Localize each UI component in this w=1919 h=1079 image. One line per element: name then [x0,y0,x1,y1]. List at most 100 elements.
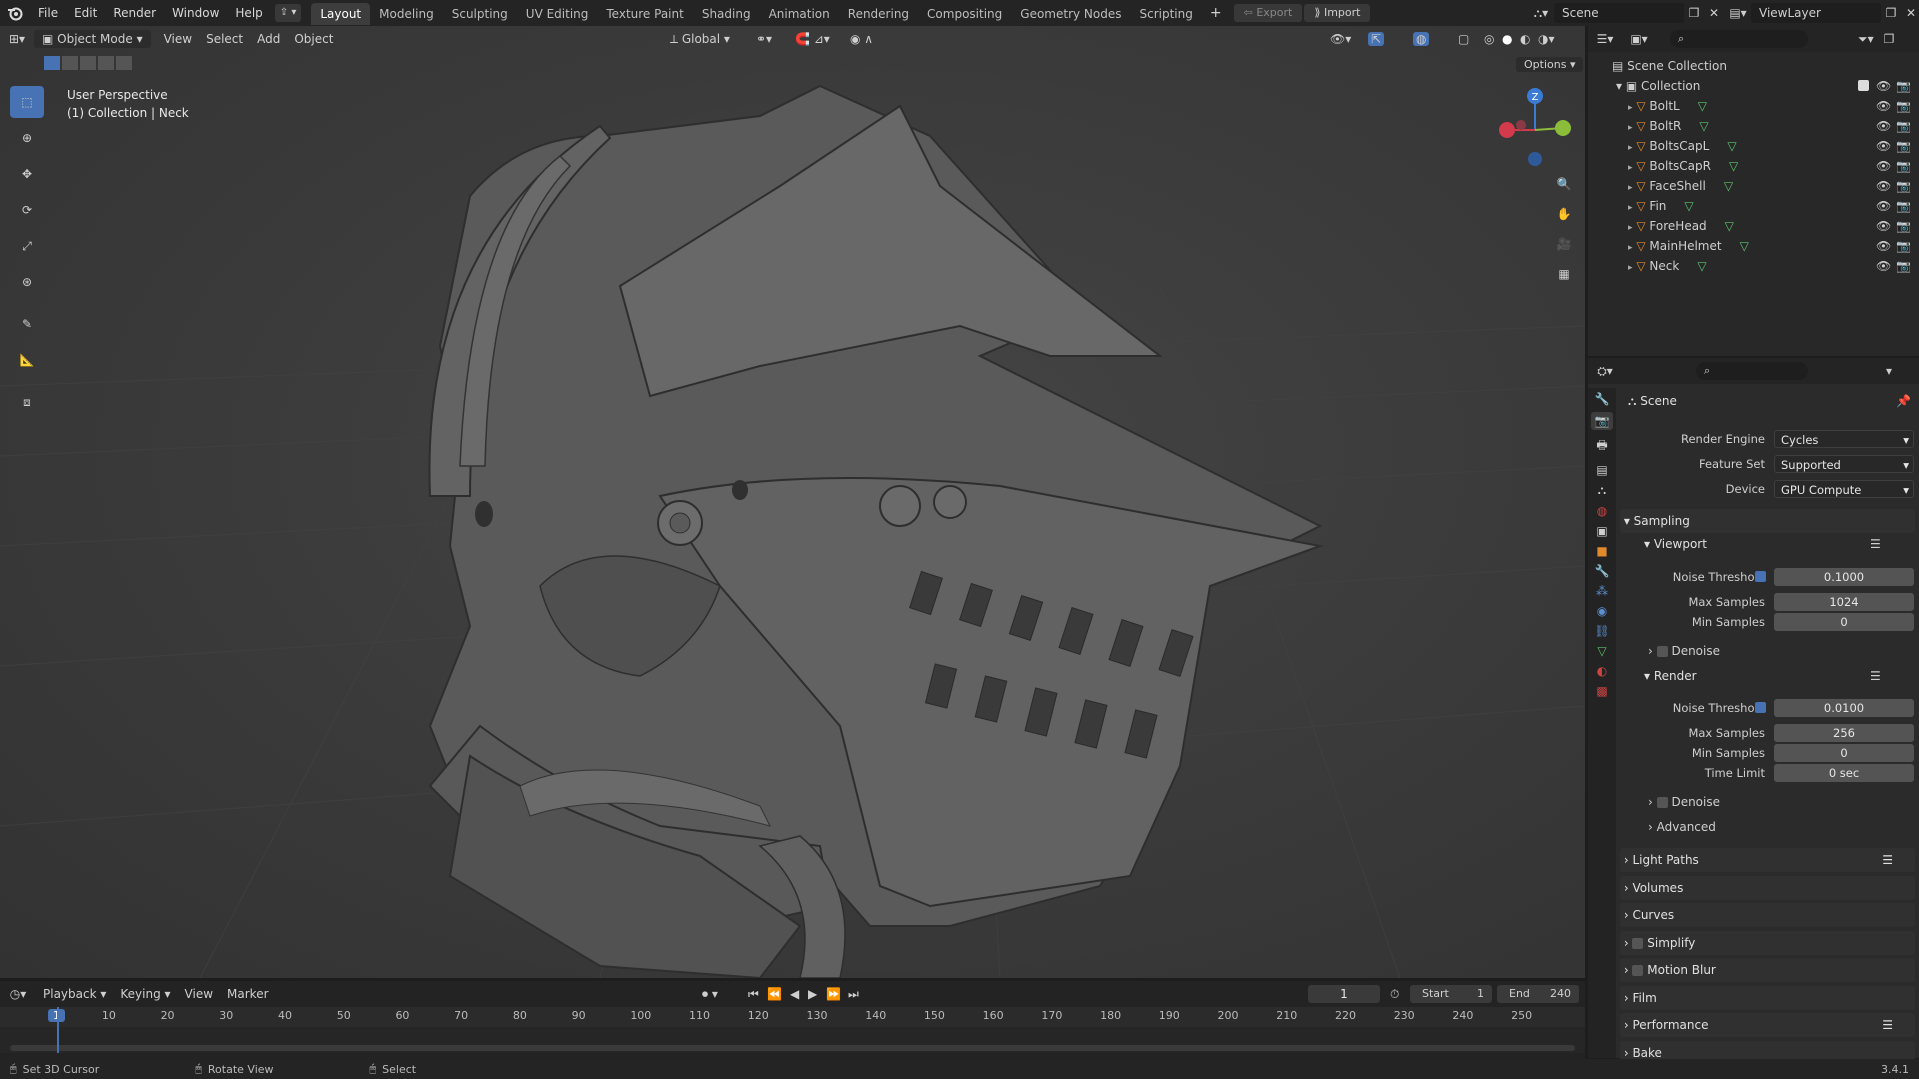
select-new-icon[interactable] [44,56,60,70]
scene-name-field[interactable]: Scene [1554,3,1684,23]
scale-tool[interactable]: ⤢ [10,230,44,262]
jump-next-key-icon[interactable]: ⏩ [826,987,841,1001]
tab-modeling[interactable]: Modeling [370,3,443,25]
tab-texture-paint[interactable]: Texture Paint [597,3,692,25]
vp-max-samples-field[interactable]: 1024 [1774,593,1914,611]
texture-tab-icon[interactable]: ▩ [1596,684,1607,698]
view-layer-icon[interactable]: ▤▾ [1725,6,1751,20]
expand-arrow-icon[interactable]: ▸ [1628,183,1633,193]
editor-type-icon[interactable]: ⊞▾ [0,32,34,46]
timeline-scrollbar[interactable] [10,1045,1575,1051]
3d-viewport[interactable] [0,26,1585,978]
menu-timeline-view[interactable]: View [178,987,220,1001]
select-box-tool[interactable]: ⬚ [10,86,44,118]
tool-tab-icon[interactable]: 🔧 [1595,392,1610,406]
modifier-tab-icon[interactable]: 🔧 [1595,564,1610,578]
zoom-icon[interactable]: 🔍 [1550,170,1578,198]
wireframe-shading-icon[interactable]: ◎ [1484,32,1494,46]
physics-tab-icon[interactable]: ◉ [1597,604,1607,618]
play-icon[interactable]: ▶ [808,987,817,1001]
render-camera-icon[interactable]: 📷 [1896,156,1911,176]
tab-shading[interactable]: Shading [693,3,760,25]
particles-tab-icon[interactable]: ⁂ [1596,584,1608,598]
panel-header-curves[interactable]: › Curves [1620,903,1915,927]
menu-keying[interactable]: Keying ▾ [113,987,177,1001]
panel-enable-checkbox[interactable] [1632,965,1644,976]
mesh-data-icon[interactable]: ▽ [1727,139,1736,153]
expand-arrow-icon[interactable]: ▸ [1628,203,1633,213]
expand-arrow-icon[interactable]: ▸ [1628,143,1633,153]
constraints-tab-icon[interactable]: ⛓ [1594,624,1609,638]
presets-icon[interactable]: ☰ [1882,848,1893,872]
record-keyframe-icon[interactable]: ⏺ ▾ [702,987,718,1002]
menu-window[interactable]: Window [164,0,227,26]
menu-render[interactable]: Render [105,0,164,26]
eye-icon[interactable]: 👁 [1876,216,1891,236]
transform-orientation-dropdown[interactable]: ⟂ Global ▾ [670,32,730,47]
measure-tool[interactable]: 📐 [10,344,44,376]
remove-view-layer-icon[interactable]: ✕ [1901,6,1919,20]
r-time-limit-field[interactable]: 0 sec [1774,764,1914,782]
viewport-subpanel-header[interactable]: ▾ Viewport [1644,537,1707,551]
outliner-object-row[interactable]: ▸ ▽ ForeHead ▽ 👁 📷 [1588,216,1919,236]
r-denoise-row[interactable]: › Denoise [1648,795,1720,809]
view-layer-tab-icon[interactable]: ▤ [1596,463,1607,477]
outliner-object-row[interactable]: ▸ ▽ BoltsCapL ▽ 👁 📷 [1588,136,1919,156]
panel-header-simplify[interactable]: › Simplify [1620,930,1915,955]
panel-header-light-paths[interactable]: › Light Paths ☰ [1620,848,1915,872]
eye-icon[interactable]: 👁 [1876,76,1891,96]
outliner-search-field[interactable]: ⌕ [1670,30,1808,48]
solid-shading-icon[interactable]: ● [1502,32,1512,46]
eye-icon[interactable]: 👁 [1876,256,1891,276]
pin-icon[interactable]: 📌 [1896,394,1911,408]
add-workspace-icon[interactable]: + [1202,5,1230,21]
import-button[interactable]: ⟫ Import [1304,4,1371,22]
rotate-tool[interactable]: ⟳ [10,194,44,226]
render-camera-icon[interactable]: 📷 [1896,76,1911,96]
expand-arrow-icon[interactable]: ▸ [1628,263,1633,273]
new-view-layer-icon[interactable]: ❐ [1881,6,1901,20]
viewport-presets-icon[interactable]: ☰ [1870,537,1881,551]
eye-icon[interactable]: 👁 [1876,116,1891,136]
proportional-edit-icon[interactable]: ◉ ∧ [850,32,873,46]
r-min-samples-field[interactable]: 0 [1774,744,1914,762]
annotate-tool[interactable]: ✎ [10,308,44,340]
expand-arrow-icon[interactable]: ▸ [1628,103,1633,113]
mesh-data-icon[interactable]: ▽ [1724,179,1733,193]
world-tab-icon[interactable]: ◍ [1597,504,1607,518]
vp-noise-field[interactable]: 0.1000 [1774,568,1914,586]
tab-uv-editing[interactable]: UV Editing [517,3,598,25]
menu-playback[interactable]: Playback ▾ [36,987,113,1001]
expand-arrow-icon[interactable]: ▸ [1628,223,1633,233]
select-intersect-icon[interactable] [116,56,132,70]
pivot-icon[interactable]: ⚭▾ [756,32,772,46]
export-button[interactable]: ⇦ Export [1233,4,1303,22]
output-tab-icon[interactable]: 🖶 [1596,436,1607,457]
mesh-data-icon[interactable]: ▽ [1697,259,1706,273]
jump-start-icon[interactable]: ⏮ [748,987,759,1002]
material-tab-icon[interactable]: ◐ [1597,664,1607,678]
collection-tab-icon[interactable]: ▣ [1596,524,1607,538]
device-dropdown[interactable]: GPU Compute ▾ [1774,480,1914,498]
menu-file[interactable]: File [30,0,66,26]
add-cube-tool[interactable]: ⧈ [10,386,44,418]
menu-view[interactable]: View [157,32,199,46]
panel-enable-checkbox[interactable] [1632,937,1644,949]
scene-tab-icon[interactable]: ⛬ [1598,483,1606,498]
render-camera-icon[interactable]: 📷 [1896,136,1911,156]
outliner-object-row[interactable]: ▸ ▽ Neck ▽ 👁 📷 [1588,256,1919,276]
render-camera-icon[interactable]: 📷 [1896,116,1911,136]
camera-icon[interactable]: 🎥 [1550,230,1578,258]
render-tab-icon[interactable]: 📷 [1590,412,1614,430]
navigation-gizmo[interactable]: Z [1495,85,1575,170]
mode-dropdown[interactable]: ▣ Object Mode ▾ [34,30,151,48]
select-subtract-icon[interactable] [80,56,96,70]
tab-compositing[interactable]: Compositing [918,3,1011,25]
presets-icon[interactable]: ☰ [1882,1013,1893,1037]
menu-object[interactable]: Object [287,32,340,46]
vp-denoise-checkbox[interactable] [1656,646,1668,657]
collection-row[interactable]: ▾ ▣ Collection 👁 📷 [1588,76,1919,96]
panel-header-film[interactable]: › Film [1620,985,1915,1010]
menu-marker[interactable]: Marker [220,987,275,1001]
display-mode-icon[interactable]: ▣▾ [1622,32,1656,46]
